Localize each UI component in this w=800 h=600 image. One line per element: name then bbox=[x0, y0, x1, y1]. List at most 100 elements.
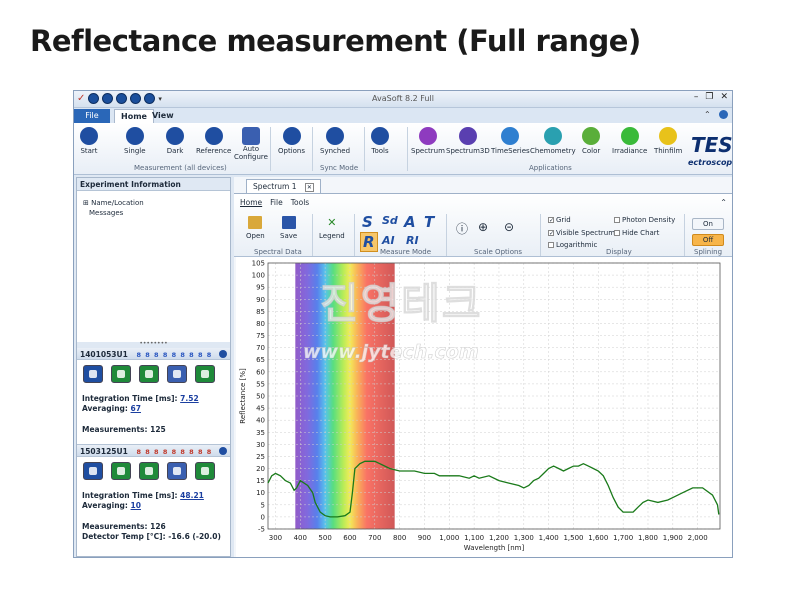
minimize-ribbon-icon[interactable]: ⌃ bbox=[720, 198, 727, 207]
dark-bulb-icon[interactable] bbox=[111, 462, 131, 480]
mode-s-button[interactable]: S bbox=[362, 213, 373, 231]
visible-spectrum-checkbox[interactable]: ✓ Visible Spectrum bbox=[548, 229, 615, 237]
mode-t-button[interactable]: T bbox=[424, 213, 434, 231]
auto-configure-icon[interactable] bbox=[167, 365, 187, 383]
color-icon bbox=[582, 127, 601, 145]
checkbox-box bbox=[548, 242, 554, 248]
x-tick-label: 600 bbox=[343, 534, 356, 542]
averaging-label: Averaging: bbox=[82, 501, 128, 510]
splining-off-button[interactable]: Off bbox=[692, 234, 724, 246]
tab-file[interactable]: File bbox=[74, 109, 110, 123]
auto-configure-icon[interactable] bbox=[167, 462, 187, 480]
timeseries-button[interactable]: TimeSeries bbox=[491, 127, 530, 155]
checkbox-box bbox=[614, 230, 620, 236]
hide-chart-checkbox[interactable]: Hide Chart bbox=[614, 229, 659, 237]
tab-view[interactable]: View bbox=[146, 109, 180, 123]
settings-gear-icon[interactable] bbox=[83, 365, 103, 383]
autoscale-y-icon[interactable]: ⓘ bbox=[456, 220, 468, 237]
auto-label: Auto bbox=[242, 145, 260, 153]
ribbon-tab-icons: ⌃ bbox=[704, 110, 728, 119]
power-icon[interactable] bbox=[195, 462, 215, 480]
dark-bulb-icon[interactable] bbox=[111, 365, 131, 383]
chemometry-label: Chemometry bbox=[530, 147, 576, 155]
tree-item-name-location[interactable]: ⊞ Name/Location bbox=[83, 198, 144, 208]
logarithmic-checkbox[interactable]: Logarithmic bbox=[548, 241, 597, 249]
irradiance-button[interactable]: Irradiance bbox=[612, 127, 647, 155]
thinfilm-icon bbox=[659, 127, 678, 145]
settings-gear-icon[interactable] bbox=[83, 462, 103, 480]
tools-button[interactable]: Tools bbox=[371, 127, 389, 155]
mode-a-button[interactable]: A bbox=[404, 213, 416, 231]
spectrometer-panel-1: 1401053U1 8 8 8 8 8 8 8 8 8 Integration … bbox=[77, 348, 230, 444]
dark-label: Dark bbox=[166, 147, 184, 155]
x-tick-label: 1,200 bbox=[489, 534, 509, 542]
chemometry-button[interactable]: Chemometry bbox=[530, 127, 576, 155]
open-button[interactable]: Open bbox=[246, 216, 265, 240]
mode-sd-button[interactable]: Sd bbox=[382, 214, 398, 227]
collapse-icon[interactable] bbox=[219, 350, 227, 358]
spectrum-button[interactable]: Spectrum bbox=[411, 127, 445, 155]
mode-ai-button[interactable]: AI bbox=[382, 234, 395, 247]
averaging-value-link[interactable]: 10 bbox=[131, 501, 141, 510]
spectrum3d-button[interactable]: Spectrum3D bbox=[446, 127, 490, 155]
photon-density-checkbox[interactable]: Photon Density bbox=[614, 216, 675, 224]
save-button[interactable]: Save bbox=[280, 216, 297, 240]
legend-button[interactable]: ✕ Legend bbox=[319, 216, 345, 240]
averaging-value-link[interactable]: 67 bbox=[131, 404, 141, 413]
auto-configure-button[interactable]: Auto Configure bbox=[234, 127, 268, 161]
close-tab-icon[interactable]: ✕ bbox=[304, 183, 314, 192]
help-icon[interactable] bbox=[719, 110, 728, 119]
title-bar: ✓ ▾ AvaSoft 8.2 Full – ❐ ✕ bbox=[74, 91, 732, 108]
y-tick-label: 50 bbox=[256, 393, 265, 401]
x-tick-label: 2,000 bbox=[688, 534, 708, 542]
spectrometer-2-info: Integration Time [ms]: 48.21 Averaging: … bbox=[82, 491, 221, 542]
close-icon[interactable]: ✕ bbox=[720, 92, 728, 102]
color-button[interactable]: Color bbox=[582, 127, 600, 155]
thinfilm-button[interactable]: Thinfilm bbox=[654, 127, 682, 155]
grid-checkbox[interactable]: ✓ Grid bbox=[548, 216, 571, 224]
options-button[interactable]: Options bbox=[278, 127, 305, 155]
mode-r-button[interactable]: R bbox=[360, 232, 378, 252]
reference-bulb-icon[interactable] bbox=[139, 462, 159, 480]
synched-button[interactable]: Synched bbox=[320, 127, 350, 155]
spectrometer-2-id: 1503125U1 bbox=[80, 447, 128, 456]
reference-bulb-icon[interactable] bbox=[139, 365, 159, 383]
x-tick-label: 400 bbox=[294, 534, 307, 542]
irradiance-icon bbox=[620, 127, 639, 145]
tools-label: Tools bbox=[371, 147, 389, 155]
spectrometer-1-buttons bbox=[83, 365, 215, 383]
zoom-icon[interactable]: ⊝ bbox=[504, 220, 514, 234]
x-tick-label: 1,700 bbox=[613, 534, 633, 542]
tree-item-messages[interactable]: Messages bbox=[89, 208, 144, 218]
avantes-logo-sub: ectroscopy bbox=[688, 158, 733, 167]
configure-label: Configure bbox=[234, 153, 268, 161]
x-tick-label: 1,800 bbox=[638, 534, 658, 542]
spectrometer-1-info: Integration Time [ms]: 7.52 Averaging: 6… bbox=[82, 394, 199, 435]
restore-icon[interactable]: ❐ bbox=[705, 92, 713, 102]
legend-label: Legend bbox=[319, 232, 345, 240]
integration-value-link[interactable]: 48.21 bbox=[180, 491, 204, 500]
dark-button[interactable]: Dark bbox=[166, 127, 184, 155]
start-button[interactable]: Start bbox=[80, 127, 98, 155]
integration-value-link[interactable]: 7.52 bbox=[180, 394, 199, 403]
tab-spectrum-home[interactable]: Home bbox=[240, 198, 262, 207]
autoscale-xy-icon[interactable]: ⊕ bbox=[478, 220, 488, 234]
tab-spectrum-1[interactable]: Spectrum 1 ✕ bbox=[246, 179, 321, 193]
minimize-ribbon-icon[interactable]: ⌃ bbox=[704, 110, 713, 119]
save-label: Save bbox=[280, 232, 298, 240]
splining-on-button[interactable]: On bbox=[692, 218, 724, 230]
power-icon[interactable] bbox=[195, 365, 215, 383]
spectrum-ribbon-tabs: Home File Tools bbox=[240, 198, 309, 207]
minimize-icon[interactable]: – bbox=[694, 92, 699, 102]
tab-spectrum-file[interactable]: File bbox=[270, 198, 283, 207]
tab-spectrum-tools[interactable]: Tools bbox=[291, 198, 309, 207]
mode-ri-button[interactable]: RI bbox=[406, 234, 419, 247]
single-button[interactable]: Single bbox=[124, 127, 146, 155]
y-tick-label: -5 bbox=[258, 526, 265, 534]
x-tick-label: 1,600 bbox=[588, 534, 608, 542]
group-spectral-label: Spectral Data bbox=[254, 248, 302, 256]
reflectance-chart[interactable]: -5 0 5 10 15 20 25 30 35 40 45 50 55 60 65 70 75 80 85 90 95… bbox=[236, 257, 733, 558]
spectrometer-1-header: 1401053U1 8 8 8 8 8 8 8 8 8 bbox=[77, 348, 230, 360]
reference-button[interactable]: Reference bbox=[196, 127, 231, 155]
collapse-icon[interactable] bbox=[219, 447, 227, 455]
